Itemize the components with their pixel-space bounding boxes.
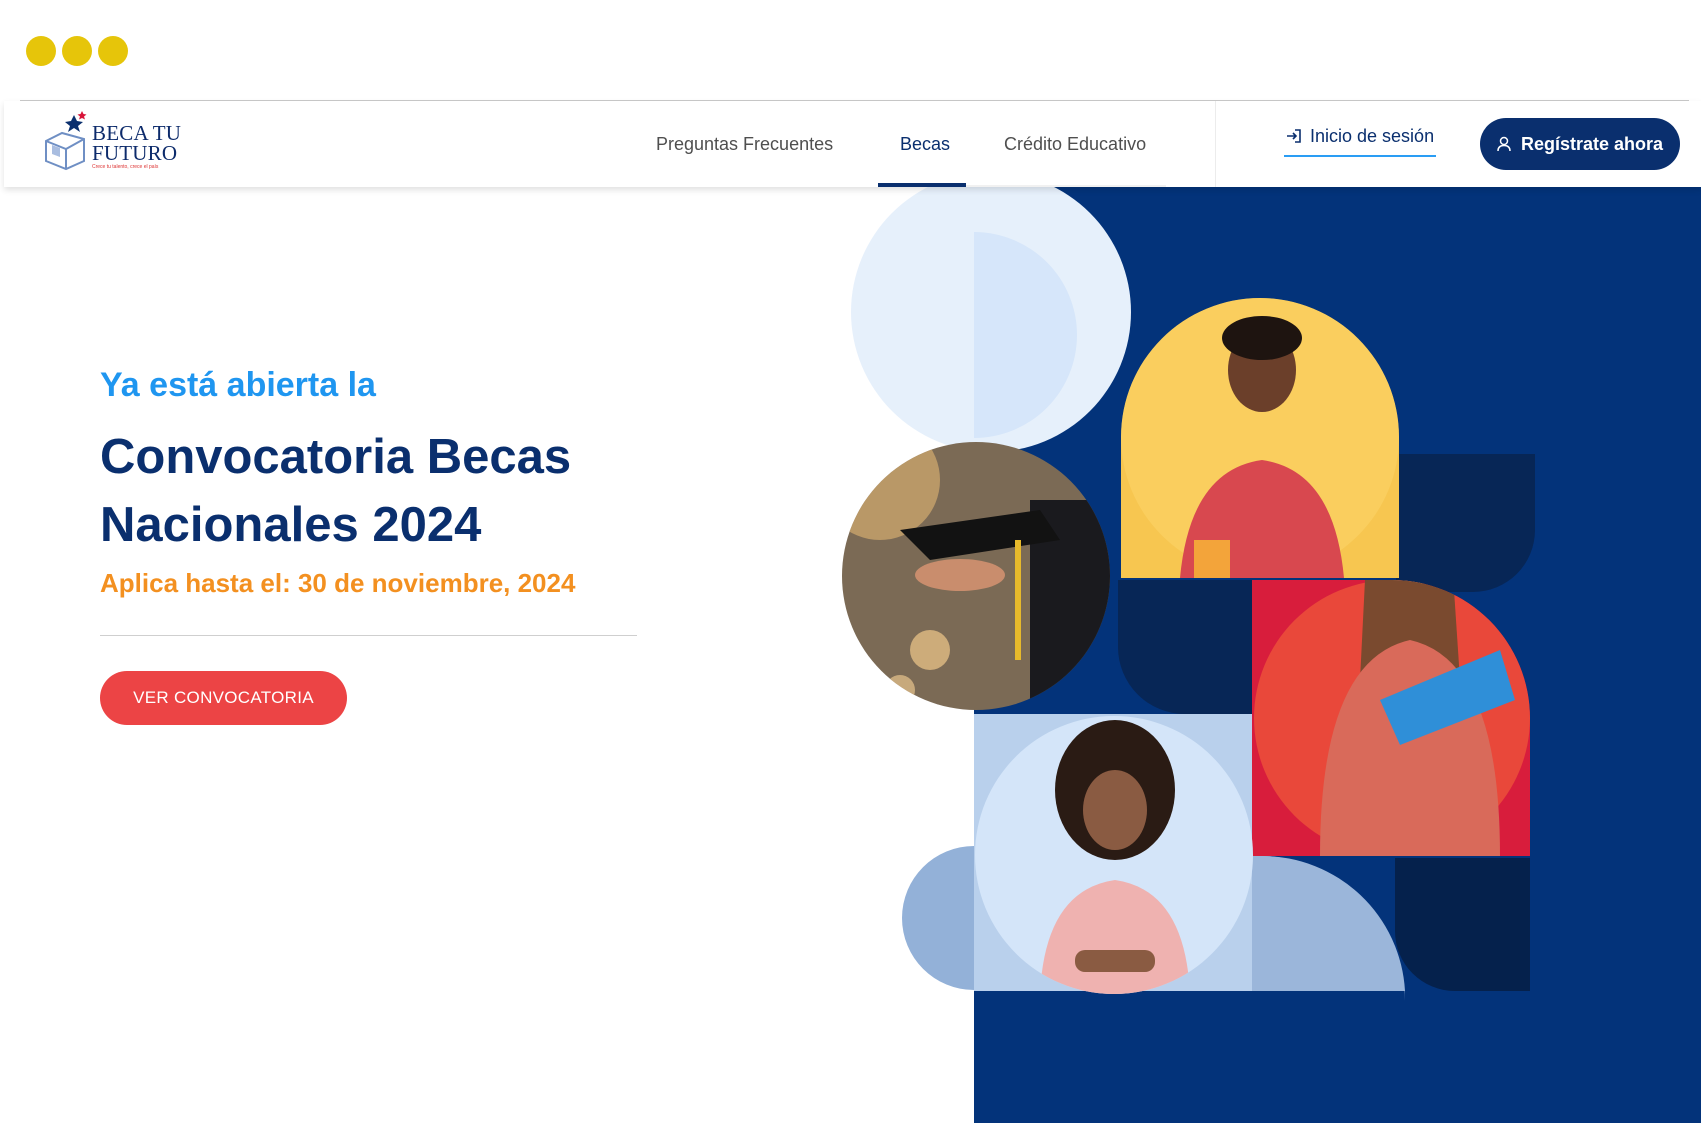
register-label: Regístrate ahora bbox=[1520, 133, 1664, 154]
nav-separator bbox=[1215, 101, 1216, 187]
hero-eyebrow: Ya está abierta la bbox=[100, 366, 376, 404]
light-quarter bbox=[1252, 856, 1405, 1001]
brand-name: BECA TU FUTURO bbox=[92, 121, 182, 165]
register-button[interactable]: Regístrate ahora bbox=[1480, 118, 1680, 170]
nav-link-becas[interactable]: Becas bbox=[900, 101, 950, 187]
student-woman-photo bbox=[1252, 580, 1530, 856]
tab-track bbox=[966, 185, 1166, 187]
dark-shape-2 bbox=[1396, 454, 1535, 592]
window-close-dot[interactable] bbox=[26, 36, 56, 66]
brand-logo[interactable]: BECA TU FUTURO Crece tu talento, crece e… bbox=[42, 111, 192, 177]
login-label: Inicio de sesión bbox=[1310, 125, 1435, 146]
user-icon bbox=[1497, 136, 1511, 152]
window-minimize-dot[interactable] bbox=[62, 36, 92, 66]
sign-in-icon bbox=[1287, 129, 1301, 143]
dark-shape-1 bbox=[1118, 580, 1252, 714]
view-call-button[interactable]: VER CONVOCATORIA bbox=[100, 671, 347, 725]
hero-headline: Convocatoria Becas Nacionales 2024 bbox=[100, 430, 572, 552]
left-half-circle bbox=[902, 846, 974, 990]
window-chrome bbox=[0, 0, 1701, 100]
hero-deadline: Aplica hasta el: 30 de noviembre, 2024 bbox=[100, 568, 576, 598]
hero-divider bbox=[100, 635, 637, 636]
graduation-photo bbox=[842, 442, 1110, 710]
student-man-photo bbox=[1121, 298, 1399, 578]
pale-circle-overlay bbox=[974, 233, 1035, 437]
nav-link-credito-educativo[interactable]: Crédito Educativo bbox=[1004, 101, 1146, 187]
box-with-star-icon bbox=[45, 111, 87, 171]
light-block-girl bbox=[974, 714, 1252, 991]
navy-panel bbox=[974, 187, 1701, 1123]
brand-slogan: Crece tu talento, crece el país bbox=[92, 164, 159, 170]
top-navigation: BECA TU FUTURO Crece tu talento, crece e… bbox=[4, 101, 1701, 187]
pale-circle bbox=[851, 172, 1131, 452]
active-tab-indicator bbox=[878, 183, 966, 187]
login-link[interactable]: Inicio de sesión bbox=[1284, 121, 1437, 157]
dark-shape-3 bbox=[1395, 858, 1530, 991]
window-maximize-dot[interactable] bbox=[98, 36, 128, 66]
student-girl-photo bbox=[975, 716, 1253, 994]
nav-link-preguntas-frecuentes[interactable]: Preguntas Frecuentes bbox=[656, 101, 833, 187]
